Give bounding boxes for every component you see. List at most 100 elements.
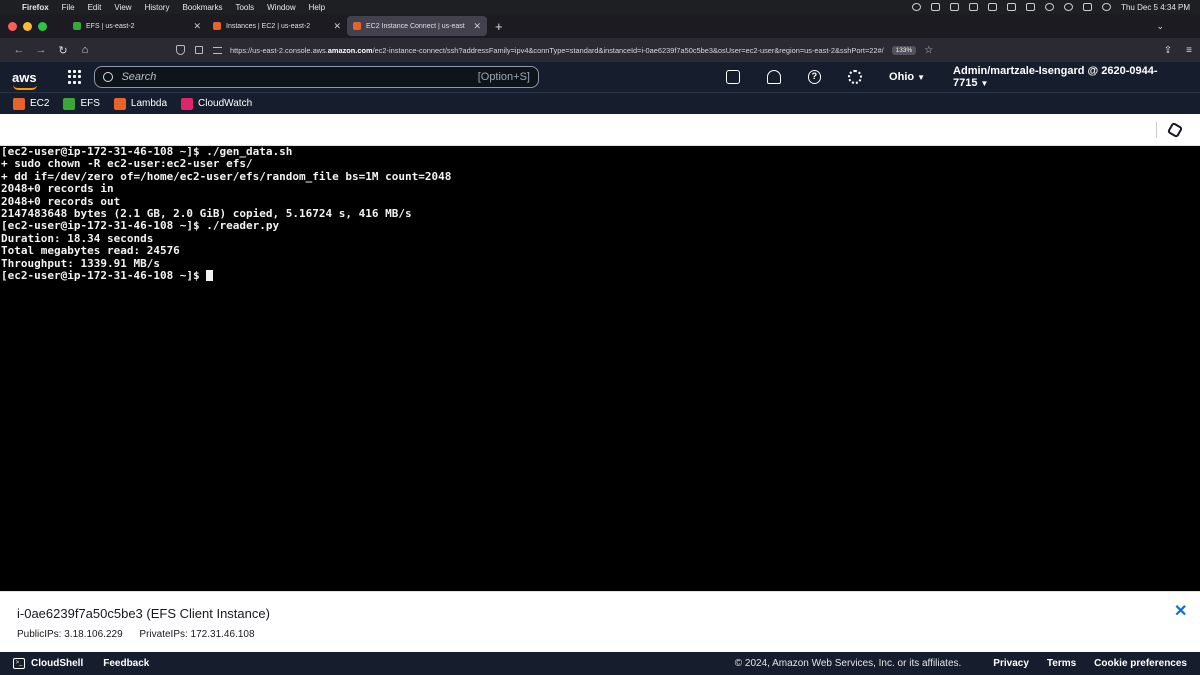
- terminal-line: [ec2-user@ip-172-31-46-108 ~]$ ./reader.…: [1, 219, 280, 233]
- tab-label: EC2 Instance Connect | us-east: [366, 22, 465, 30]
- cloudshell-link[interactable]: CloudShell: [31, 658, 83, 669]
- menu-tools[interactable]: Tools: [235, 3, 254, 12]
- menu-bar-status-area: Thu Dec 5 4:34 PM: [912, 3, 1190, 12]
- copyright-text: © 2024, Amazon Web Services, Inc. or its…: [734, 658, 962, 669]
- clock[interactable]: Thu Dec 5 4:34 PM: [1121, 3, 1190, 12]
- favorite-ec2[interactable]: EC2: [13, 97, 49, 110]
- close-tab-icon[interactable]: ✕: [193, 21, 201, 32]
- terminal-line: + dd if=/dev/zero of=/home/ec2-user/efs/…: [1, 169, 452, 183]
- menu-help[interactable]: Help: [309, 3, 325, 12]
- privacy-link[interactable]: Privacy: [993, 658, 1029, 669]
- menu-history[interactable]: History: [145, 3, 170, 12]
- favorite-label: Lambda: [130, 98, 168, 109]
- aws-smile-icon: [13, 85, 37, 90]
- tracking-protection-icon[interactable]: [176, 45, 185, 55]
- account-menu[interactable]: Admin/martzale-Isengard @ 2620-0944-7715…: [953, 65, 1188, 89]
- favorites-bar: EC2 EFS Lambda CloudWatch: [0, 92, 1200, 114]
- menu-app-firefox[interactable]: Firefox: [22, 3, 49, 12]
- terminal-line: Total megabytes read: 24576: [1, 244, 180, 258]
- cloudshell-icon[interactable]: >_: [13, 658, 25, 669]
- reload-button[interactable]: ↻: [52, 44, 74, 57]
- caret-down-icon: ▼: [917, 73, 926, 82]
- instance-connect-toolbar: [0, 114, 1200, 146]
- menu-view[interactable]: View: [114, 3, 131, 12]
- new-tab-button[interactable]: +: [495, 19, 503, 34]
- tab-instances[interactable]: Instances | EC2 | us-east-2 ✕: [207, 16, 347, 36]
- footer-links: © 2024, Amazon Web Services, Inc. or its…: [735, 658, 1187, 669]
- aws-console-header: aws Search [Option+S] ? Ohio ▼ Admin/mart…: [0, 62, 1200, 92]
- ec2-icon: [13, 97, 25, 110]
- bookmark-star-icon[interactable]: ☆: [924, 45, 933, 56]
- menu-edit[interactable]: Edit: [88, 3, 102, 12]
- lock-icon[interactable]: [195, 46, 203, 54]
- tab-efs[interactable]: EFS | us-east-2 ✕: [67, 16, 207, 36]
- app-menu-icon[interactable]: ≡: [1186, 45, 1192, 56]
- close-window-button[interactable]: [8, 21, 17, 31]
- notifications-bell-icon[interactable]: [766, 70, 781, 84]
- cloudshell-icon[interactable]: [726, 70, 740, 84]
- list-all-tabs-icon[interactable]: ⌄: [1156, 21, 1164, 32]
- permissions-icon[interactable]: [213, 46, 222, 54]
- back-button[interactable]: ←: [8, 44, 30, 56]
- url-path: /ec2-instance-connect/ssh?addressFamily=…: [372, 45, 884, 55]
- settings-gear-icon[interactable]: [848, 70, 863, 84]
- extensions-icon[interactable]: ⇪: [1164, 45, 1172, 56]
- favorite-label: EFS: [80, 98, 100, 109]
- private-ips: PrivateIPs: 172.31.46.108: [139, 629, 255, 640]
- favorite-efs[interactable]: EFS: [63, 97, 100, 110]
- home-button[interactable]: ⌂: [74, 44, 96, 56]
- public-ips: PublicIPs: 3.18.106.229: [17, 629, 123, 640]
- forward-button[interactable]: →: [30, 44, 52, 56]
- ec2-favicon-icon: [213, 22, 221, 30]
- window-controls: [8, 21, 47, 31]
- search-input[interactable]: Search [Option+S]: [94, 66, 539, 88]
- warning-icon[interactable]: [950, 3, 960, 11]
- menu-window[interactable]: Window: [267, 3, 295, 12]
- close-tab-icon[interactable]: ✕: [333, 21, 341, 32]
- region-selector[interactable]: Ohio ▼: [889, 71, 925, 83]
- terminal-cursor: [206, 270, 214, 282]
- efs-icon: [63, 97, 76, 110]
- screen-icon[interactable]: [931, 3, 941, 11]
- favorite-cloudwatch[interactable]: CloudWatch: [181, 97, 252, 110]
- battery-icon[interactable]: [1026, 3, 1036, 11]
- favorite-lambda[interactable]: Lambda: [113, 97, 168, 110]
- services-menu-icon[interactable]: [67, 70, 82, 84]
- terminal-window[interactable]: [ec2-user@ip-172-31-46-108 ~]$ ./gen_dat…: [0, 145, 1200, 591]
- lambda-icon: [113, 97, 126, 110]
- wifi-icon[interactable]: [1045, 3, 1055, 11]
- zoom-window-button[interactable]: [38, 21, 47, 31]
- feedback-link[interactable]: Feedback: [103, 658, 149, 669]
- tab-instance-connect[interactable]: EC2 Instance Connect | us-east ✕: [347, 16, 487, 36]
- calendar-icon[interactable]: [988, 3, 998, 11]
- menu-file[interactable]: File: [62, 3, 75, 12]
- search-placeholder: Search: [121, 71, 157, 83]
- zoom-level-badge[interactable]: 133%: [891, 45, 917, 55]
- close-panel-icon[interactable]: ✕: [1174, 601, 1187, 621]
- terms-link[interactable]: Terms: [1047, 658, 1076, 669]
- terminal-line: Duration: 18.34 seconds: [1, 231, 154, 245]
- close-tab-icon[interactable]: ✕: [473, 21, 481, 32]
- url-prefix: https://us-east-2.console.aws.: [230, 45, 328, 55]
- status-icon[interactable]: [912, 3, 922, 11]
- cookie-preferences-link[interactable]: Cookie preferences: [1094, 658, 1187, 669]
- tab-label: EFS | us-east-2: [86, 22, 135, 30]
- bluetooth-icon[interactable]: [969, 3, 979, 11]
- menu-bookmarks[interactable]: Bookmarks: [182, 3, 222, 12]
- terminal-prompt-line[interactable]: [ec2-user@ip-172-31-46-108 ~]$: [1, 269, 1199, 283]
- display-icon[interactable]: [1007, 3, 1017, 11]
- instance-title: i-0ae6239f7a50c5be3 (EFS Client Instance…: [17, 606, 270, 621]
- console-footer: >_ CloudShell Feedback © 2024, Amazon We…: [0, 652, 1200, 675]
- region-label: Ohio: [889, 71, 915, 83]
- header-icons: ? Ohio ▼ Admin/martzale-Isengard @ 2620-0…: [726, 65, 1188, 89]
- control-center-icon[interactable]: [1083, 3, 1093, 11]
- siri-icon[interactable]: [1102, 3, 1112, 11]
- spotlight-icon[interactable]: [1064, 3, 1074, 11]
- aws-logo[interactable]: aws: [12, 70, 42, 90]
- browser-tab-strip: EFS | us-east-2 ✕ Instances | EC2 | us-e…: [0, 14, 1200, 38]
- url-bar[interactable]: https://us-east-2.console.aws. amazon.com…: [176, 41, 1046, 59]
- terminal-prompt: [ec2-user@ip-172-31-46-108 ~]$: [1, 269, 207, 283]
- minimize-window-button[interactable]: [23, 21, 32, 31]
- help-icon[interactable]: ?: [807, 70, 822, 84]
- settings-hex-icon[interactable]: [1166, 121, 1184, 139]
